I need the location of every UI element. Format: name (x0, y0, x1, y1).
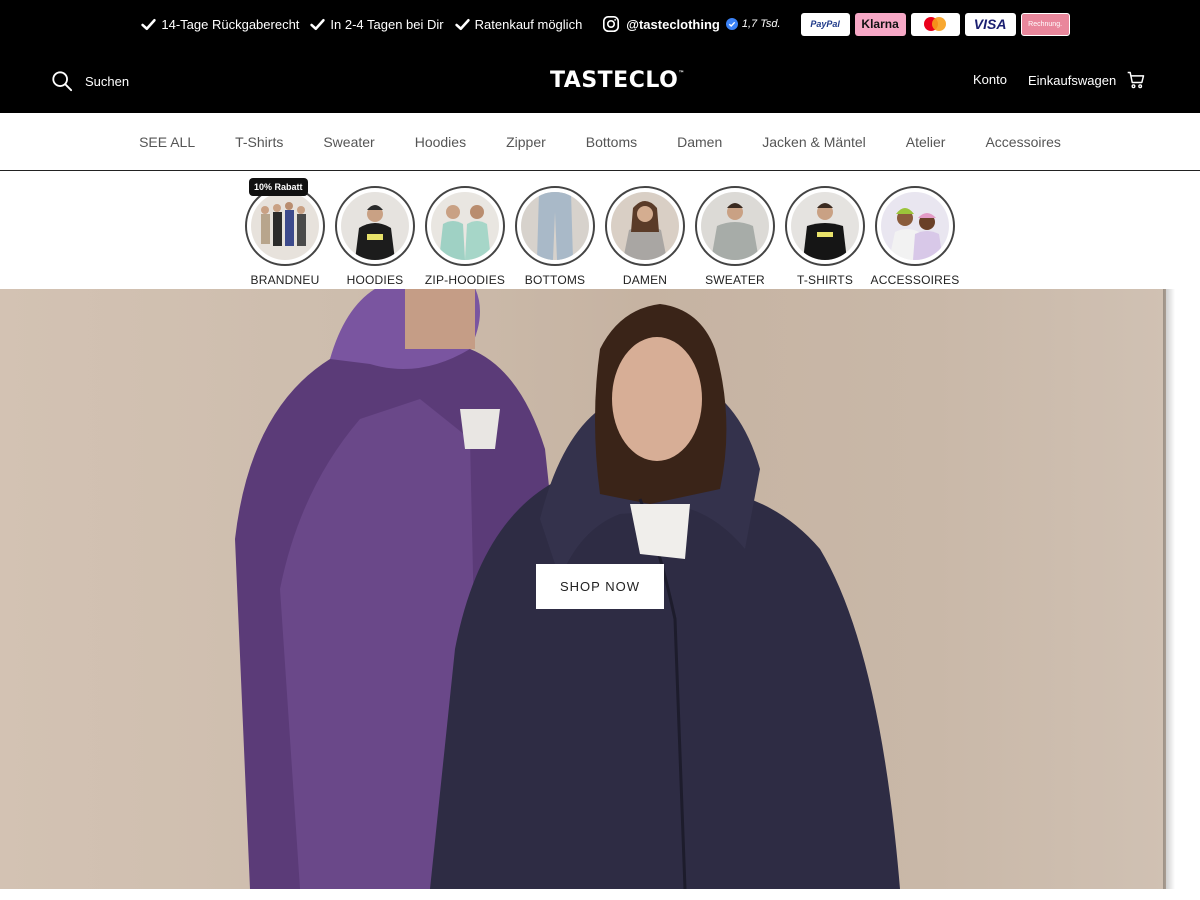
usp-item: In 2-4 Tagen bei Dir (309, 16, 444, 33)
nav-item-jacken-maentel[interactable]: Jacken & Mäntel (762, 134, 866, 150)
category-nav: SEE ALL T-Shirts Sweater Hoodies Zipper … (0, 113, 1200, 171)
payment-methods: PayPal Klarna VISA Rechnung. (800, 12, 1070, 36)
story-bottoms[interactable]: BOTTOMS (510, 171, 600, 289)
story-ring (245, 186, 325, 266)
instagram-handle: @tasteclothing (626, 16, 720, 32)
store-logo[interactable]: TASTECLO™ (550, 68, 685, 93)
verified-icon (725, 18, 738, 30)
instagram-icon (603, 15, 620, 33)
hero-edge-shadow (1163, 289, 1175, 889)
nav-item-bottoms[interactable]: Bottoms (586, 134, 637, 150)
story-label: BOTTOMS (524, 273, 586, 287)
trademark-mark: ™ (678, 70, 685, 77)
hero-banner[interactable]: SHOP NOW (0, 289, 1166, 889)
cart-label: Einkaufswagen (1028, 72, 1117, 88)
story-ring (605, 186, 685, 266)
story-t-shirts[interactable]: T-SHIRTS (780, 171, 870, 289)
nav-item-zipper[interactable]: Zipper (506, 134, 546, 150)
story-image (611, 192, 679, 260)
instagram-link[interactable]: @tasteclothing 1,7 Tsd. (602, 15, 781, 33)
story-sweater[interactable]: SWEATER (690, 171, 780, 289)
top-bar: 14-Tage Rückgaberecht In 2-4 Tagen bei D… (0, 0, 1200, 113)
story-label: HOODIES (346, 273, 404, 287)
story-zip-hoodies[interactable]: ZIP-HOODIES (420, 171, 510, 289)
instagram-followers: 1,7 Tsd. (741, 18, 781, 30)
usp-label: In 2-4 Tagen bei Dir (330, 16, 444, 32)
story-ring (425, 186, 505, 266)
usp-item: 14-Tage Rückgaberecht (140, 16, 299, 33)
story-image (701, 192, 769, 260)
story-image (521, 192, 589, 260)
story-hoodies[interactable]: HOODIES (330, 171, 420, 289)
story-ring (515, 186, 595, 266)
usp-row: 14-Tage Rückgaberecht In 2-4 Tagen bei D… (0, 0, 1200, 48)
paypal-badge: PayPal (800, 12, 850, 36)
cart-button[interactable]: Einkaufswagen (1028, 70, 1146, 90)
search-icon (52, 71, 73, 92)
story-damen[interactable]: DAMEN (600, 171, 690, 289)
visa-badge: VISA (964, 12, 1016, 36)
story-label: DAMEN (622, 273, 668, 287)
story-label: BRANDNEU (250, 273, 320, 287)
story-image (881, 192, 949, 260)
story-brandneu[interactable]: 10% Rabatt BRANDNEU (240, 171, 330, 289)
main-header: Suchen TASTECLO™ Konto Einkaufswagen (0, 48, 1200, 113)
story-label: ACCESSOIRES (870, 273, 960, 287)
check-icon (310, 18, 326, 30)
search-button[interactable]: Suchen (51, 70, 129, 92)
usp-item: Ratenkauf möglich (454, 16, 583, 33)
check-icon (141, 18, 157, 30)
shop-now-button[interactable]: SHOP NOW (536, 564, 664, 609)
story-ring (785, 186, 865, 266)
cart-icon (1127, 71, 1145, 89)
search-label: Suchen (85, 73, 130, 89)
klarna-badge: Klarna (854, 12, 906, 36)
story-label: SWEATER (705, 273, 765, 287)
story-image (431, 192, 499, 260)
story-image (341, 192, 409, 260)
story-ring (335, 186, 415, 266)
nav-item-t-shirts[interactable]: T-Shirts (235, 134, 283, 150)
story-image (251, 192, 319, 260)
check-icon (454, 18, 470, 30)
account-link[interactable]: Konto (973, 72, 1007, 87)
nav-item-hoodies[interactable]: Hoodies (415, 134, 466, 150)
nav-item-sweater[interactable]: Sweater (323, 134, 374, 150)
story-image (791, 192, 859, 260)
story-label: T-SHIRTS (796, 273, 854, 287)
story-ring (695, 186, 775, 266)
story-ring (875, 186, 955, 266)
usp-label: Ratenkauf möglich (474, 16, 583, 32)
logo-text: TASTECLO (550, 68, 679, 93)
usp-label: 14-Tage Rückgaberecht (161, 16, 300, 32)
story-label: ZIP-HOODIES (424, 273, 506, 287)
nav-item-atelier[interactable]: Atelier (906, 134, 946, 150)
discount-badge: 10% Rabatt (249, 178, 308, 196)
rechnung-badge: Rechnung. (1020, 12, 1070, 36)
mastercard-icon (910, 12, 960, 36)
story-accessoires[interactable]: ACCESSOIRES (870, 171, 960, 289)
nav-item-damen[interactable]: Damen (677, 134, 722, 150)
nav-item-accessoires[interactable]: Accessoires (985, 134, 1060, 150)
category-stories: 10% Rabatt BRANDNEU HOODIES ZIP-HOODIES (0, 171, 1200, 289)
nav-item-see-all[interactable]: SEE ALL (139, 134, 195, 150)
